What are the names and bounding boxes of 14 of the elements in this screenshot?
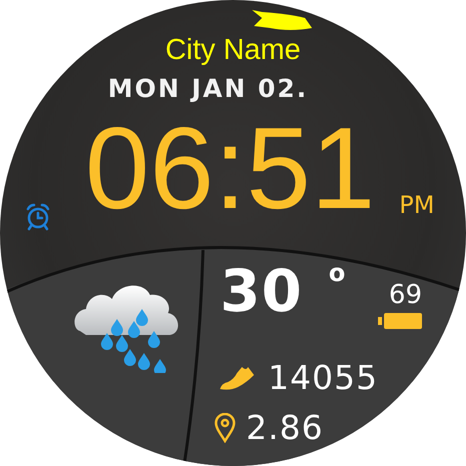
marker-icon xyxy=(250,8,312,30)
alarm-clock-icon xyxy=(25,203,51,231)
date: MON JAN 02. xyxy=(108,75,308,103)
city-name: City Name xyxy=(165,33,301,67)
time: 06:51 xyxy=(85,113,376,223)
step-count: 14055 xyxy=(268,359,378,397)
meridiem: PM xyxy=(399,191,434,219)
battery-icon xyxy=(378,313,422,329)
location-pin-icon xyxy=(214,413,236,443)
temperature: 30 xyxy=(220,261,303,321)
battery-reading: 69 xyxy=(388,281,422,309)
distance: 2.86 xyxy=(246,409,324,447)
shoe-icon xyxy=(220,365,254,391)
degree-mark: o xyxy=(328,261,346,285)
